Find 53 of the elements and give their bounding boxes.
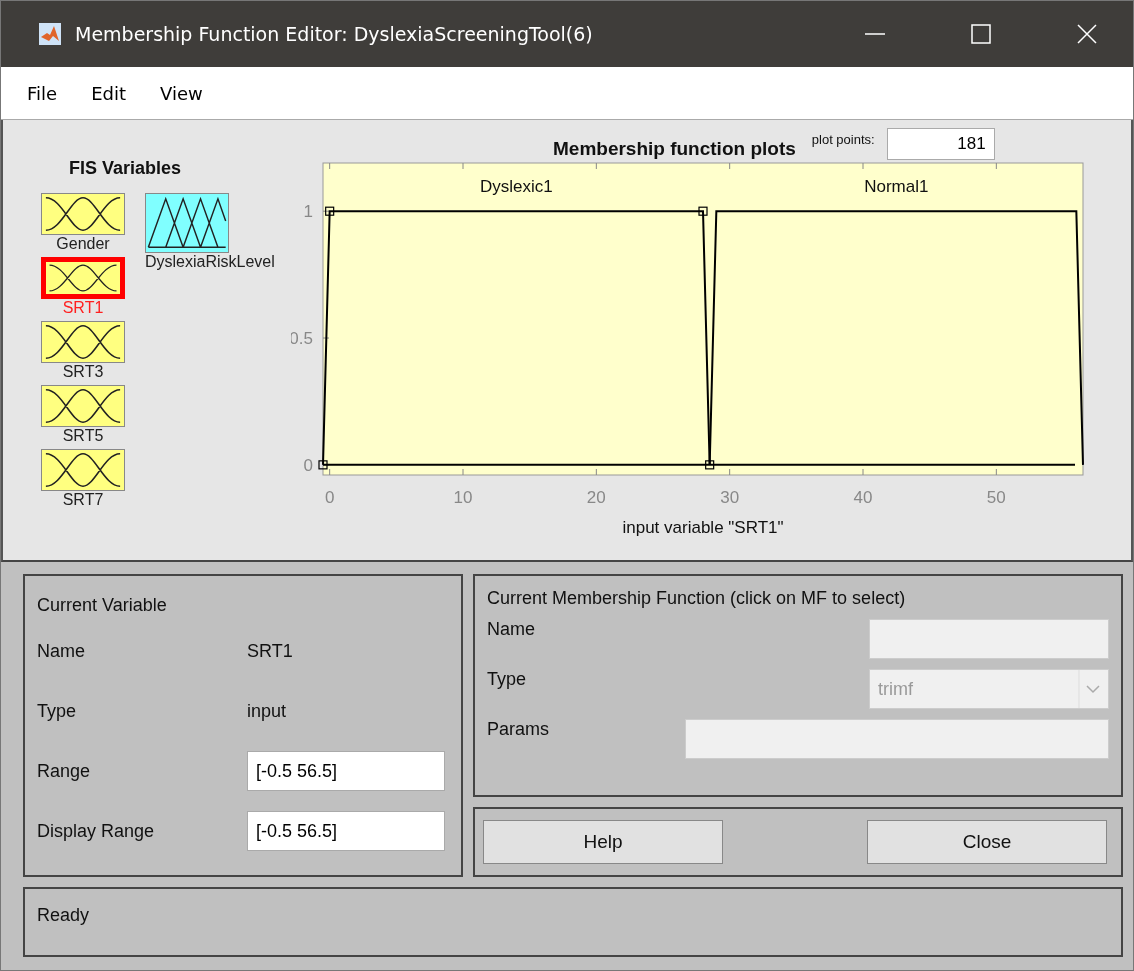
- menu-item[interactable]: File: [27, 82, 58, 104]
- maximize-icon: [971, 24, 991, 44]
- x-axis-label: input variable "SRT1": [622, 518, 784, 537]
- field-label: Type: [37, 700, 78, 722]
- input-field[interactable]: [-0.5 56.5]: [247, 811, 445, 851]
- plot-points-label: plot points:: [811, 132, 875, 147]
- membership-curve[interactable]: [708, 210, 1084, 466]
- variable-label: SRT1: [62, 299, 104, 317]
- membership-curve[interactable]: [322, 210, 711, 466]
- window-title: Membership Function Editor: DyslexiaScreeningTool(6): [75, 23, 594, 45]
- dialog-button[interactable]: Close: [867, 820, 1107, 864]
- field-label: Name: [487, 619, 535, 640]
- close-icon: [1077, 24, 1097, 44]
- curve-label: Dyslexic1: [479, 176, 553, 196]
- dialog-button[interactable]: Help: [483, 820, 723, 864]
- plot-points-field[interactable]: 181: [886, 128, 995, 160]
- field-value: SRT1: [247, 640, 294, 662]
- app-logo-icon: [39, 23, 61, 45]
- membership-curves-icon[interactable]: [41, 385, 125, 427]
- menu-item[interactable]: View: [160, 82, 203, 104]
- panel-title: FIS Variables: [69, 158, 183, 179]
- input-field[interactable]: [-0.5 56.5]: [247, 751, 445, 791]
- x-tick-label: 10: [453, 488, 473, 507]
- y-tick-label: 1: [303, 202, 313, 222]
- membership-curves-icon[interactable]: [41, 321, 125, 363]
- variable-label: SRT5: [62, 427, 104, 445]
- panel-title: Current Membership Function (click on MF to select): [487, 588, 907, 609]
- triangles-icon[interactable]: [145, 193, 229, 253]
- variable-label: Gender: [56, 235, 110, 253]
- x-tick-label: 40: [853, 488, 873, 507]
- panel-title: Current Variable: [37, 595, 168, 616]
- membership-curves-icon[interactable]: [41, 449, 125, 491]
- x-tick-label: 20: [586, 488, 606, 507]
- y-tick-label: 0: [303, 455, 313, 475]
- x-tick-label: 50: [986, 488, 1006, 507]
- chart-title: Membership function plots: [553, 138, 796, 160]
- field-label: Range: [37, 760, 92, 782]
- field-label: Name: [37, 640, 86, 662]
- field-label: Display Range: [37, 820, 156, 842]
- variable-label: SRT7: [62, 491, 104, 509]
- variable-label: SRT3: [62, 363, 104, 381]
- menu-item[interactable]: Edit: [91, 82, 126, 104]
- minimize-icon: [865, 33, 885, 35]
- field-value: input: [247, 700, 288, 722]
- variable-label: DyslexiaRiskLevel: [145, 253, 275, 271]
- field-label: Params: [487, 719, 549, 740]
- x-tick-label: 0: [324, 488, 335, 507]
- membership-curves-icon[interactable]: [41, 193, 125, 235]
- status-text: Ready: [37, 905, 90, 925]
- field-label: Type: [487, 669, 527, 690]
- x-tick-label: 30: [720, 488, 740, 507]
- curve-label: Normal1: [864, 176, 929, 196]
- membership-curves-icon[interactable]: [41, 257, 125, 299]
